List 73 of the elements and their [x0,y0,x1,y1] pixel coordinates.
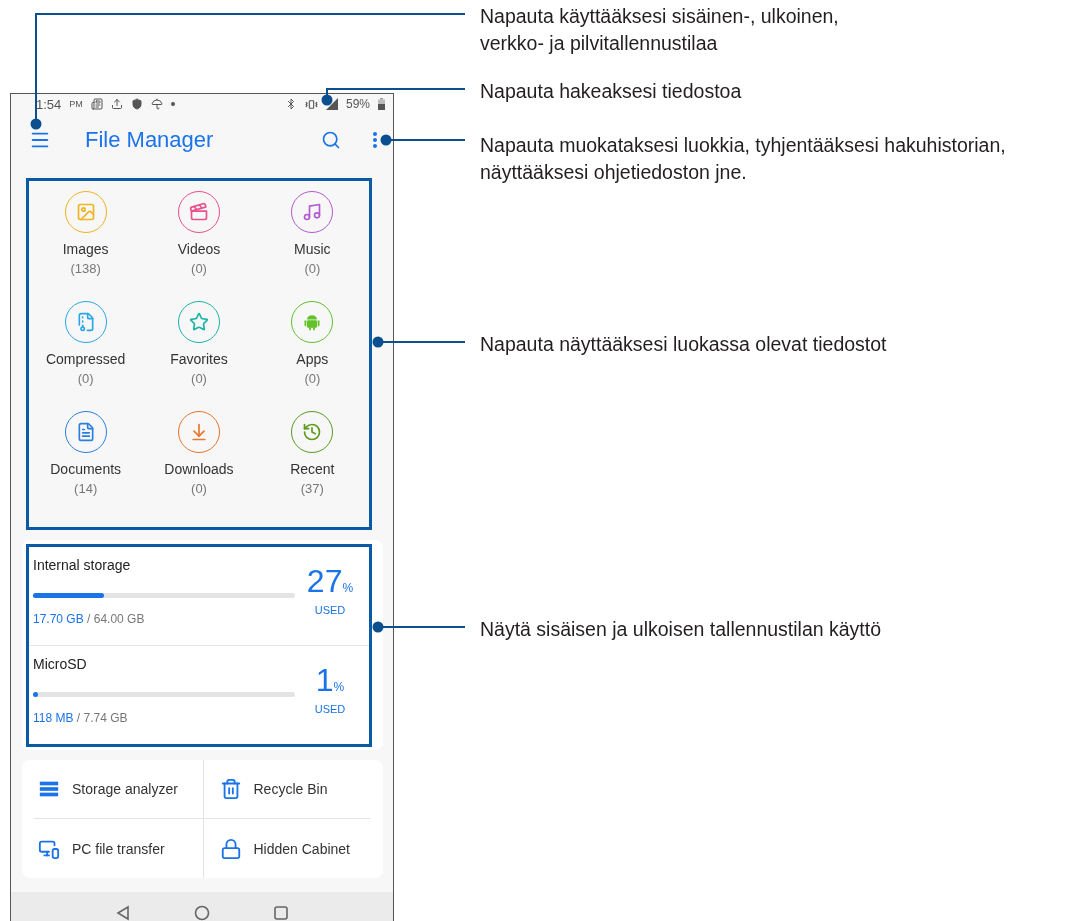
category-count: (0) [191,481,207,496]
callout-text: Napauta hakeaksesi tiedostoa [480,79,742,104]
used-label: USED [314,703,346,715]
category-count: (37) [300,481,324,496]
star-icon [189,312,209,332]
tool-item[interactable]: PC file transfer [34,819,203,878]
storage-size: 17.70 GB / 64.00 GB [33,612,146,626]
battery-icon [378,98,385,110]
home-icon[interactable] [194,904,210,921]
umbrella-icon [150,98,163,110]
callout-text: Napauta muokataksesi luokkia, tyhjentääksesi hakuhistorian, näyttääksesi ohjetiedoston jne. [480,133,1006,185]
category-item[interactable]: Music (0) [255,191,369,301]
more-button[interactable] [371,130,379,150]
more-icon [373,132,377,148]
status-ampm: PM [69,99,83,109]
category-label: Videos [177,241,221,257]
tool-item[interactable]: Hidden Cabinet [202,819,371,878]
category-item[interactable]: Images (138) [29,191,143,301]
signal-icon [325,98,338,110]
category-count: (0) [77,371,94,386]
upload-icon [110,98,123,110]
usage-percent: 27 [306,563,343,600]
category-label: Documents [50,461,122,477]
usage-percent: 1 [315,662,334,699]
category-count: (14) [74,481,98,496]
back-icon[interactable] [116,904,130,921]
trash-icon [219,778,242,800]
callout-text: Näytä sisäisen ja ulkoisen tallennustilan käyttö [480,617,882,642]
category-item[interactable]: Downloads (0) [142,411,256,521]
status-time: 1:54 [36,96,62,112]
category-label: Recent [290,461,335,477]
category-item[interactable]: Compressed (0) [29,301,143,411]
callout-text: Napauta käyttääksesi sisäinen-, ulkoinen, verkko- ja pilvitallennustilaa [480,4,839,56]
category-label: Music [294,241,331,257]
search-icon [321,130,341,150]
category-item[interactable]: Apps (0) [255,301,369,411]
tool-item[interactable]: Recycle Bin [202,760,371,819]
vibrate-icon [304,97,318,111]
storage-name: MicroSD [33,656,88,672]
category-count: (0) [304,261,321,276]
category-label: Downloads [164,461,234,477]
lock-icon [219,837,242,860]
category-label: Images [62,241,109,257]
music-note-icon [302,202,323,222]
category-item[interactable]: Documents (14) [29,411,143,521]
category-item[interactable]: Videos (0) [142,191,256,301]
shield-icon [130,98,143,110]
clapperboard-icon [189,202,209,222]
storage-name: Internal storage [33,557,132,573]
robot-icon [302,312,323,332]
category-count: (0) [191,261,207,276]
category-count: (0) [191,371,207,386]
dot-icon [170,102,175,106]
percent-sign: % [333,680,345,694]
storage-size: 118 MB / 7.74 GB [33,711,129,725]
percent-sign: % [342,581,354,595]
category-label: Compressed [45,351,126,367]
tool-item[interactable]: Storage analyzer [34,760,203,819]
callout-text: Napauta näyttääksesi luokassa olevat tiedostot [480,332,887,357]
category-item[interactable]: Favorites (0) [142,301,256,411]
category-item[interactable]: Recent (37) [255,411,369,521]
image-icon [75,202,96,222]
used-label: USED [314,604,346,616]
category-label: Apps [296,351,329,367]
notification-icon [90,98,103,110]
category-count: (138) [70,261,101,276]
download-icon [189,422,209,442]
category-count: (0) [304,371,321,386]
category-label: Favorites [170,351,228,367]
battery-percent: 59% [345,97,370,111]
app-title: File Manager [85,127,215,153]
recents-icon[interactable] [274,905,288,920]
history-icon [302,422,323,442]
